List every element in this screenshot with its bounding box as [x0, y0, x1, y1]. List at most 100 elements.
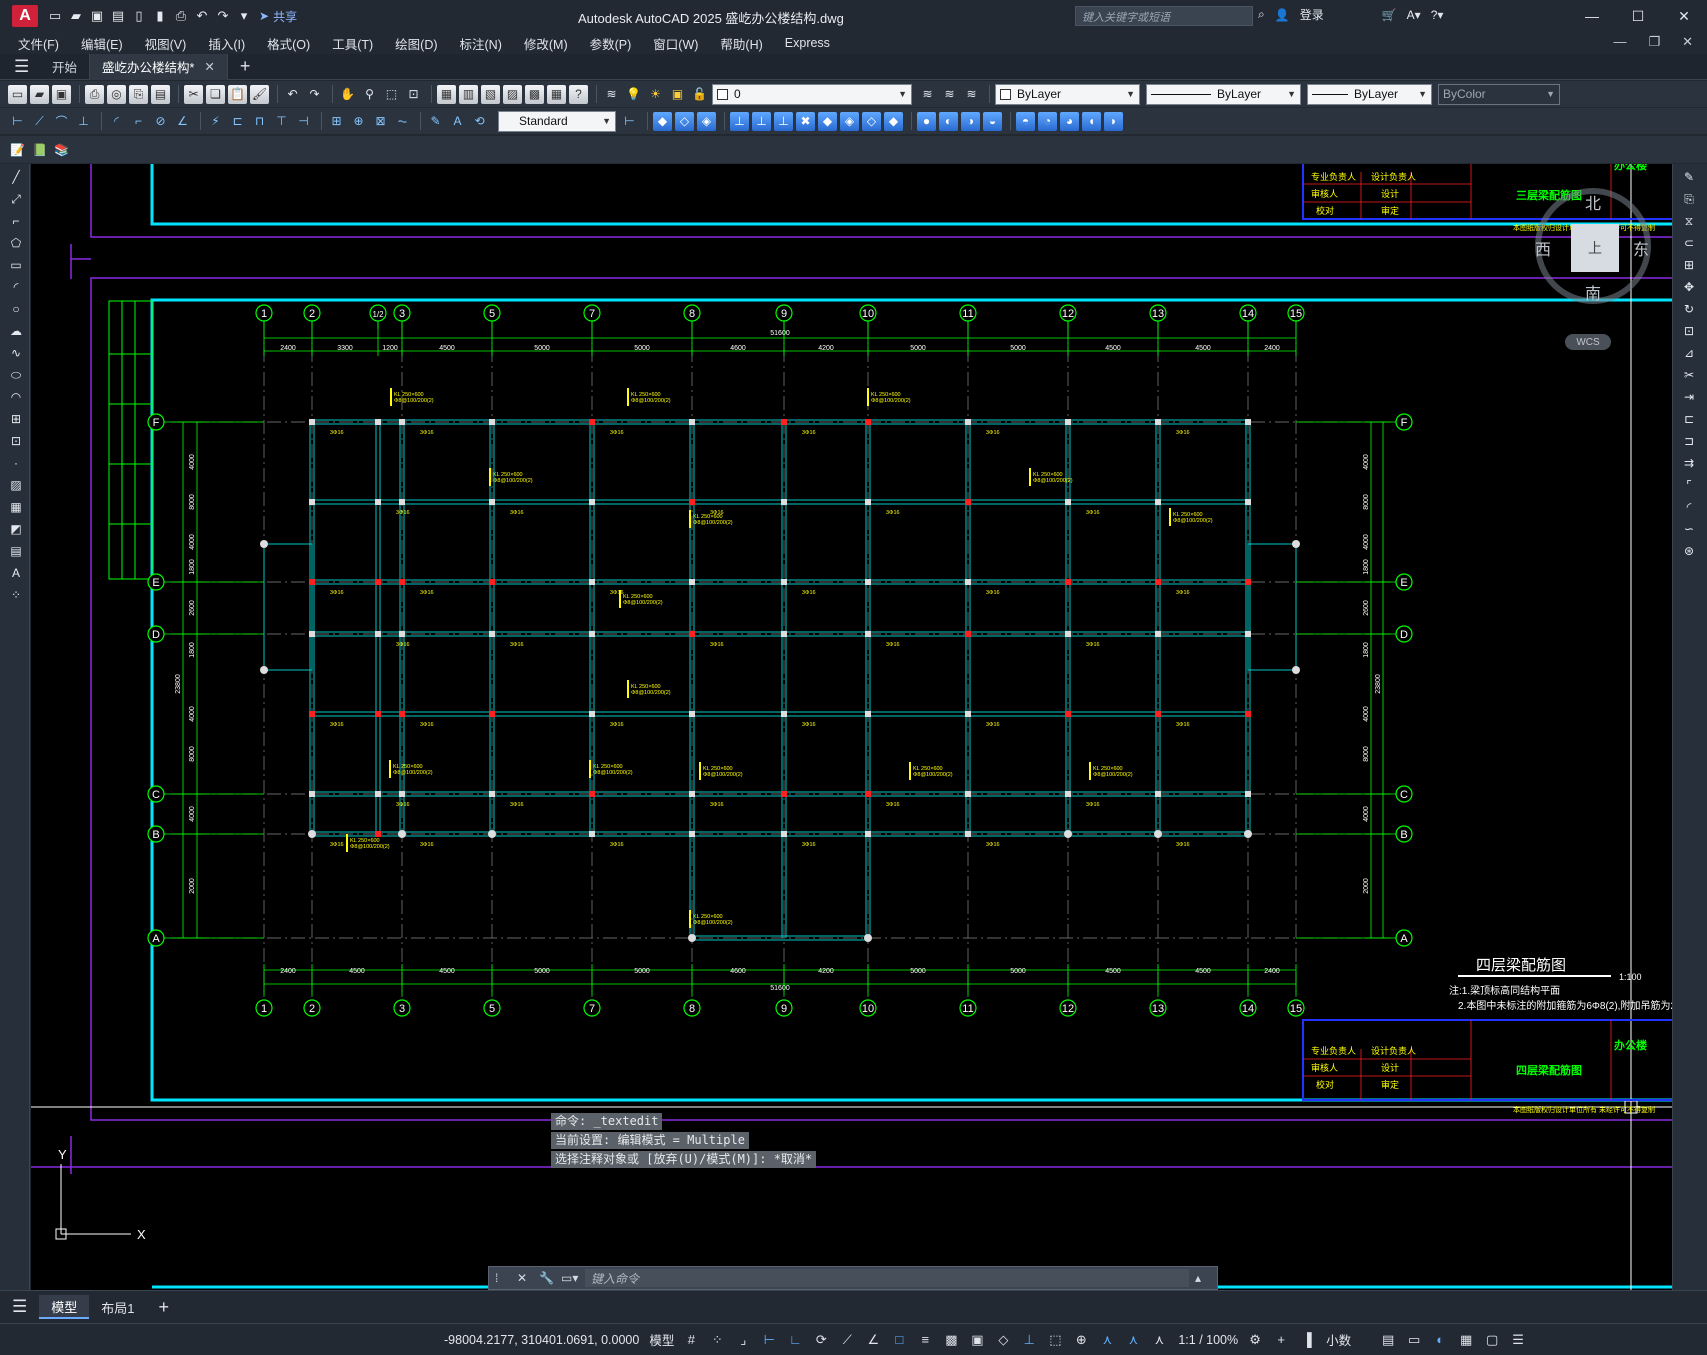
view-front-icon[interactable]: ◇ [675, 111, 694, 131]
tab-model[interactable]: 模型 [39, 1295, 90, 1319]
calculator-icon[interactable]: ▦ [547, 84, 566, 104]
ucs-zaxis-icon[interactable]: ◆ [884, 111, 903, 131]
gradient-icon[interactable]: ▦ [7, 498, 25, 516]
zoom-window-icon[interactable]: ⬚ [382, 85, 401, 104]
view-side-icon[interactable]: ◈ [697, 111, 716, 131]
arc-icon[interactable]: ◜ [7, 278, 25, 296]
model-space-button[interactable]: 模型 [649, 1330, 674, 1349]
menu-parametric[interactable]: 参数(P) [590, 34, 632, 53]
layer-dropdown[interactable]: 0 ▼ [712, 83, 912, 105]
menu-window[interactable]: 窗口(W) [653, 34, 698, 53]
customization-icon[interactable]: ☰ [1509, 1331, 1527, 1349]
dim-edit-icon[interactable]: ✎ [426, 112, 445, 131]
save-icon[interactable]: ▣ [52, 84, 71, 104]
user-icon[interactable]: 👤 [1275, 8, 1290, 22]
transparency-icon[interactable]: ▩ [942, 1331, 960, 1349]
menu-file[interactable]: 文件(F) [18, 34, 59, 53]
linetype-dropdown[interactable]: ByLayer ▼ [1146, 83, 1301, 105]
spline-icon[interactable]: ∿ [7, 344, 25, 362]
visual-style-icon[interactable]: ● [917, 111, 936, 131]
viewcube-east[interactable]: 东 [1633, 236, 1649, 260]
menu-express[interactable]: Express [785, 36, 830, 50]
realistic-icon[interactable]: ◒ [983, 111, 1002, 131]
isodraft-icon[interactable]: ⟋ [838, 1331, 856, 1349]
hidden-icon[interactable]: ◑ [961, 111, 980, 131]
make-current-icon[interactable]: ≋ [918, 85, 937, 104]
object-snap-tracking-icon[interactable]: ∠ [864, 1331, 882, 1349]
layer-properties-icon[interactable]: ≋ [602, 85, 621, 104]
customize-icon[interactable]: 🔧 [539, 1271, 555, 1285]
undo-icon[interactable]: ↶ [283, 85, 302, 104]
ucs-previous-icon[interactable]: ⊥ [774, 111, 793, 131]
break-icon[interactable]: ⊐ [1680, 432, 1698, 450]
ucs-face-icon[interactable]: ✖ [796, 111, 815, 131]
new-tab-button[interactable]: + [240, 56, 251, 77]
menu-tools[interactable]: 工具(T) [332, 34, 373, 53]
viewcube-south[interactable]: 南 [1585, 280, 1601, 304]
layer-vp-icon[interactable]: ▣ [668, 85, 687, 104]
table-icon[interactable]: ▤ [7, 542, 25, 560]
minimize-button[interactable]: — [1569, 0, 1615, 32]
dynamic-input-icon[interactable]: ⊢ [760, 1331, 778, 1349]
diameter-dim-icon[interactable]: ⊘ [151, 112, 170, 131]
viewcube[interactable]: 上 北 南 东 西 [1535, 188, 1651, 304]
dim-update-icon[interactable]: ⟲ [470, 112, 489, 131]
doc-close-button[interactable]: ✕ [1682, 34, 1693, 50]
annotation-visibility-icon[interactable]: ⋏ [1098, 1331, 1116, 1349]
lineweight-icon[interactable]: ≡ [916, 1331, 934, 1349]
continue-dim-icon[interactable]: ⊓ [250, 112, 269, 131]
menu-edit[interactable]: 编辑(E) [81, 34, 123, 53]
infer-icon[interactable]: ⌟ [734, 1331, 752, 1349]
materials-icon[interactable]: ◕ [1060, 111, 1079, 131]
scale-icon[interactable]: ⊡ [1680, 322, 1698, 340]
open-web-icon[interactable]: ▯ [130, 7, 148, 25]
share-button[interactable]: ➤ 共享 [259, 8, 297, 25]
tab-active-document[interactable]: 盛屹办公楼结构* ✕ [90, 53, 228, 80]
publish-icon[interactable]: ⎘ [129, 84, 148, 104]
annotation-monitor-icon[interactable]: + [1272, 1331, 1290, 1349]
menu-insert[interactable]: 插入(I) [208, 34, 245, 53]
fillet-icon[interactable]: ◜ [1680, 498, 1698, 516]
units-icon[interactable]: ▐ [1298, 1331, 1316, 1349]
command-menu-icon[interactable]: ▭▾ [561, 1271, 578, 1285]
rectangle-icon[interactable]: ▭ [7, 256, 25, 274]
radius-dim-icon[interactable]: ◜ [107, 112, 126, 131]
annotation-scale-icon[interactable]: ⋏ [1150, 1331, 1168, 1349]
dynamic-ucs-icon[interactable]: ⊥ [1020, 1331, 1038, 1349]
markup-icon[interactable]: ▩ [525, 84, 544, 104]
make-block-icon[interactable]: ⊡ [7, 432, 25, 450]
print-icon[interactable]: ⎙ [172, 7, 190, 25]
undo-icon[interactable]: ↶ [193, 7, 211, 25]
save-icon[interactable]: ▣ [88, 7, 106, 25]
sheetset-icon[interactable]: ▨ [503, 84, 522, 104]
center-mark-icon[interactable]: ⊕ [349, 112, 368, 131]
blend-icon[interactable]: ∽ [1680, 520, 1698, 538]
tab-layout1[interactable]: 布局1 [89, 1295, 146, 1319]
offset-icon[interactable]: ⊂ [1680, 234, 1698, 252]
clean-screen-icon[interactable]: ▢ [1483, 1331, 1501, 1349]
shade-icon[interactable]: ◐ [939, 111, 958, 131]
render-icon[interactable]: ◓ [1016, 111, 1035, 131]
insert-block-icon[interactable]: ⊞ [7, 410, 25, 428]
auto-scale-icon[interactable]: ⋏ [1124, 1331, 1142, 1349]
plot-icon[interactable]: ⎙ [85, 84, 104, 104]
menu-help[interactable]: 帮助(H) [720, 34, 762, 53]
open-icon[interactable]: ▰ [30, 84, 49, 104]
extend-icon[interactable]: ⇥ [1680, 388, 1698, 406]
ellipse-icon[interactable]: ⬭ [7, 366, 25, 384]
dimstyle-dropdown[interactable]: Standard ▼ [498, 110, 616, 132]
layer-state-icon[interactable]: ≋ [962, 85, 981, 104]
layer-lock-icon[interactable]: 🔓 [690, 85, 709, 104]
ucs-world-icon[interactable]: ⊥ [752, 111, 771, 131]
pan-icon[interactable]: ✋ [338, 85, 357, 104]
jogged-linear-icon[interactable]: ⏦ [393, 112, 412, 131]
search-input[interactable]: 键入关键字或短语 [1075, 6, 1253, 26]
ucs-icon[interactable]: ⊥ [730, 111, 749, 131]
chamfer-icon[interactable]: ⌜ [1680, 476, 1698, 494]
help-icon[interactable]: ? [569, 84, 588, 104]
viewcube-top-face[interactable]: 上 [1571, 224, 1619, 272]
ucs-view-icon[interactable]: ◈ [840, 111, 859, 131]
polyline-icon[interactable]: ⌐ [7, 212, 25, 230]
units-dropdown[interactable]: 小数 [1326, 1330, 1351, 1349]
command-input[interactable]: 键入命令 [585, 1269, 1189, 1287]
